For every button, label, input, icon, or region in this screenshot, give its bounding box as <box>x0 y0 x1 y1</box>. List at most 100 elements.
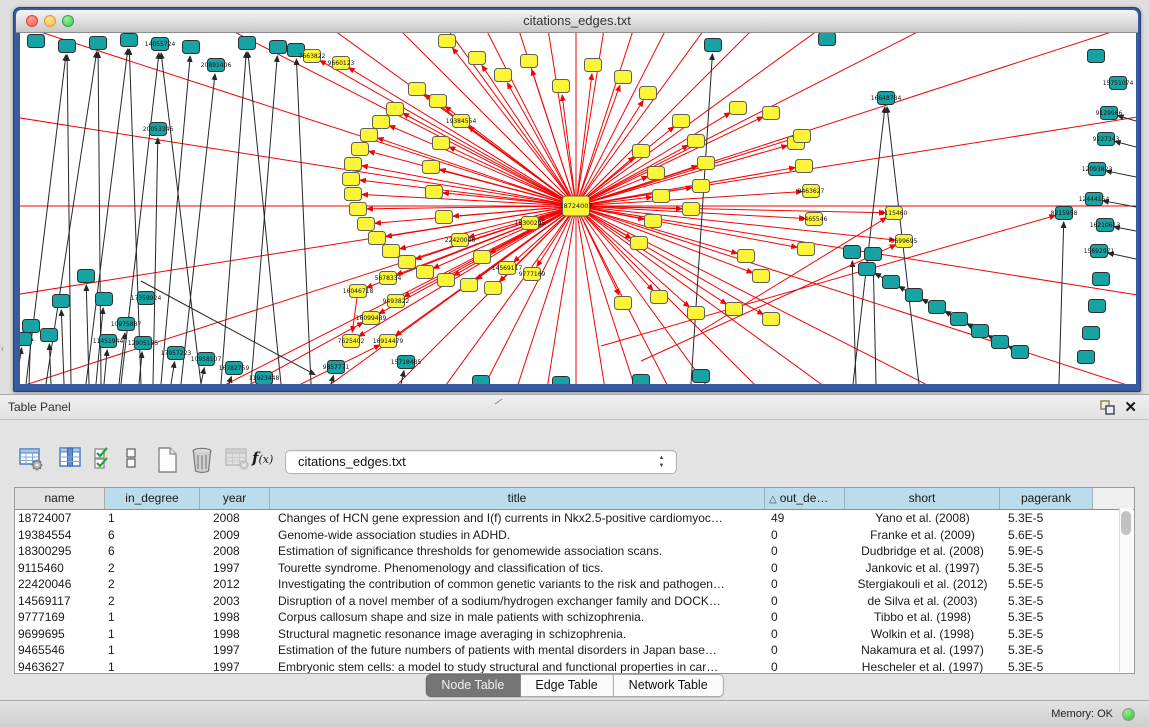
cell-in_degree[interactable]: 1 <box>105 642 200 659</box>
graph-node[interactable] <box>844 246 861 259</box>
graph-node[interactable] <box>438 274 455 287</box>
table-mode-icon[interactable] <box>124 446 138 472</box>
graph-node[interactable] <box>430 95 447 108</box>
cell-title[interactable]: Estimation of the future numbers of pati… <box>270 642 765 659</box>
graph-node[interactable] <box>631 237 648 250</box>
table-row[interactable]: 911546021997Tourette syndrome. Phenomeno… <box>15 560 1134 577</box>
cell-title[interactable]: Disruption of a novel member of a sodium… <box>270 593 765 610</box>
cell-name[interactable]: 18724007 <box>15 510 105 527</box>
import-table-icon[interactable] <box>224 446 250 472</box>
table-row[interactable]: 1938455462009Genome-wide association stu… <box>15 527 1134 544</box>
graph-node[interactable] <box>417 266 434 279</box>
cell-in_degree[interactable]: 6 <box>105 543 200 560</box>
graph-node[interactable] <box>726 303 743 316</box>
cell-in_degree[interactable]: 2 <box>105 576 200 593</box>
graph-node[interactable] <box>473 376 490 385</box>
delete-table-icon[interactable] <box>189 446 215 474</box>
table-row[interactable]: 946554611997Estimation of the future num… <box>15 642 1134 659</box>
cell-out_degree[interactable]: 49 <box>765 510 845 527</box>
column-header-short[interactable]: short <box>845 488 1000 509</box>
cell-short[interactable]: Hescheler et al. (1997) <box>845 659 1000 675</box>
graph-node[interactable] <box>1088 50 1105 63</box>
graph-node[interactable] <box>683 203 700 216</box>
cell-pagerank[interactable]: 5.3E-5 <box>1000 626 1093 643</box>
graph-node[interactable] <box>865 248 882 261</box>
graph-node[interactable] <box>633 145 650 158</box>
graph-node[interactable] <box>352 143 369 156</box>
graph-node[interactable] <box>387 103 404 116</box>
graph-node[interactable] <box>906 289 923 302</box>
cell-year[interactable]: 1998 <box>200 609 270 626</box>
graph-node[interactable] <box>553 377 570 385</box>
graph-node[interactable] <box>753 270 770 283</box>
graph-node[interactable] <box>78 270 95 283</box>
table-scrollbar[interactable] <box>1119 508 1133 672</box>
graph-node[interactable] <box>992 336 1009 349</box>
minimize-light-icon[interactable] <box>44 15 56 27</box>
graph-node[interactable] <box>1083 327 1100 340</box>
cell-short[interactable]: Tibbo et al. (1998) <box>845 609 1000 626</box>
graph-node[interactable] <box>183 41 200 54</box>
column-header-in-degree[interactable]: in_degree <box>105 488 200 509</box>
graph-node[interactable] <box>23 320 40 333</box>
graph-node[interactable] <box>474 251 491 264</box>
cell-name[interactable]: 9699695 <box>15 626 105 643</box>
cell-short[interactable]: Stergiakouli et al. (2012) <box>845 576 1000 593</box>
graph-node[interactable] <box>648 167 665 180</box>
graph-node[interactable] <box>1012 346 1029 359</box>
graph-node[interactable] <box>399 256 416 269</box>
cell-pagerank[interactable]: 5.9E-5 <box>1000 543 1093 560</box>
graph-node[interactable] <box>819 33 836 46</box>
graph-node[interactable] <box>796 160 813 173</box>
graph-node[interactable] <box>859 263 876 276</box>
graph-node[interactable] <box>436 211 453 224</box>
graph-node[interactable] <box>763 313 780 326</box>
cell-pagerank[interactable]: 5.3E-5 <box>1000 642 1093 659</box>
cell-pagerank[interactable]: 5.3E-5 <box>1000 560 1093 577</box>
cell-year[interactable]: 2012 <box>200 576 270 593</box>
tab-network-table[interactable]: Network Table <box>614 674 724 697</box>
cell-out_degree[interactable]: 0 <box>765 543 845 560</box>
graph-node[interactable] <box>345 188 362 201</box>
graph-node[interactable] <box>53 295 70 308</box>
graph-node[interactable] <box>653 190 670 203</box>
table-scrollbar-thumb[interactable] <box>1121 511 1131 535</box>
cell-pagerank[interactable]: 5.3E-5 <box>1000 593 1093 610</box>
close-light-icon[interactable] <box>26 15 38 27</box>
float-panel-icon[interactable] <box>1100 400 1115 415</box>
cell-in_degree[interactable]: 1 <box>105 659 200 675</box>
graph-node[interactable] <box>270 41 287 54</box>
graph-node[interactable] <box>693 180 710 193</box>
graph-node[interactable] <box>383 245 400 258</box>
network-canvas[interactable]: 1405572420891406200533461735992410975887… <box>20 33 1136 384</box>
function-builder-icon[interactable]: f(x) <box>252 449 273 467</box>
table-row[interactable]: 1830029562008Estimation of significance … <box>15 543 1134 560</box>
cell-title[interactable]: Changes of HCN gene expression and I(f) … <box>270 510 765 527</box>
tab-node-table[interactable]: Node Table <box>425 674 520 697</box>
graph-node[interactable] <box>798 243 815 256</box>
cell-name[interactable]: 9115460 <box>15 560 105 577</box>
graph-node[interactable] <box>521 55 538 68</box>
cell-title[interactable]: Genome-wide association studies in ADHD. <box>270 527 765 544</box>
graph-node[interactable] <box>553 80 570 93</box>
cell-pagerank[interactable]: 5.6E-5 <box>1000 527 1093 544</box>
cell-year[interactable]: 2003 <box>200 593 270 610</box>
cell-out_degree[interactable]: 0 <box>765 593 845 610</box>
cell-name[interactable]: 18300295 <box>15 543 105 560</box>
graph-node[interactable] <box>883 276 900 289</box>
table-row[interactable]: 977716911998Corpus callosum shape and si… <box>15 609 1134 626</box>
cell-short[interactable]: Wolkin et al. (1998) <box>845 626 1000 643</box>
table-row[interactable]: 946362711997Embryonic stem cells: a mode… <box>15 659 1134 675</box>
graph-node[interactable] <box>28 35 45 48</box>
graph-node[interactable] <box>794 130 811 143</box>
zoom-light-icon[interactable] <box>62 15 74 27</box>
graph-node[interactable] <box>693 370 710 383</box>
graph-node[interactable] <box>673 115 690 128</box>
graph-node[interactable] <box>763 107 780 120</box>
cell-in_degree[interactable]: 2 <box>105 593 200 610</box>
cell-out_degree[interactable]: 0 <box>765 626 845 643</box>
cell-short[interactable]: de Silva et al. (2003) <box>845 593 1000 610</box>
column-header-out-degree[interactable]: △out_de… <box>765 488 845 509</box>
cell-year[interactable]: 1998 <box>200 626 270 643</box>
cell-pagerank[interactable]: 5.3E-5 <box>1000 609 1093 626</box>
